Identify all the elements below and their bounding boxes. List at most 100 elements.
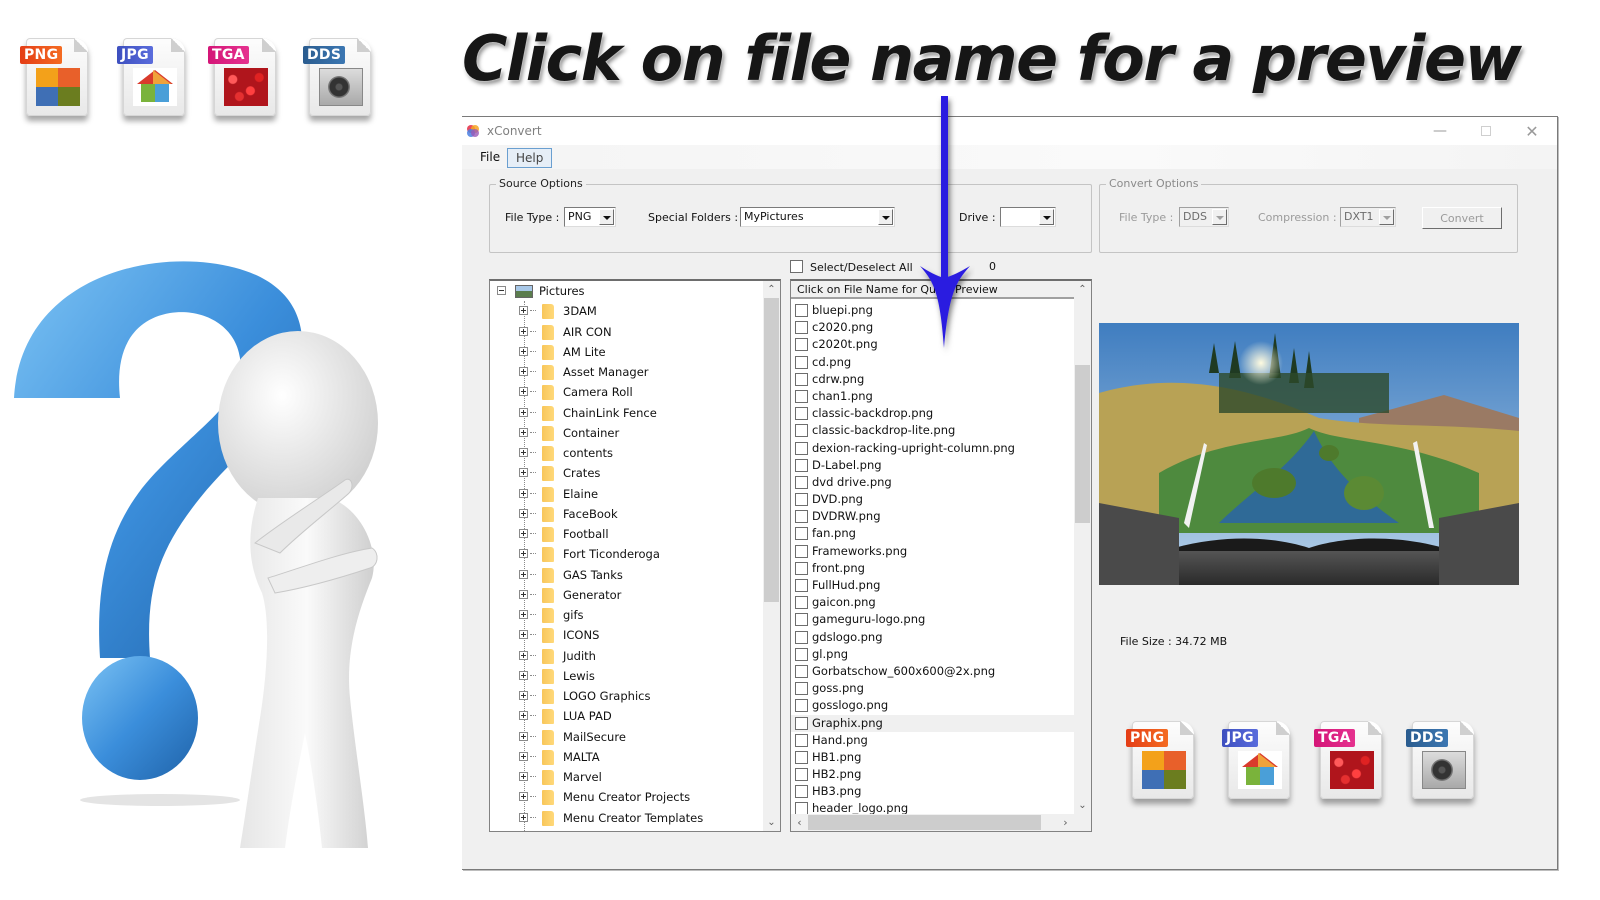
tree-folder-item[interactable]: Lewis — [490, 666, 762, 686]
tree-folder-item[interactable]: GAS Tanks — [490, 565, 762, 585]
tree-folder-item[interactable]: contents — [490, 443, 762, 463]
file-checkbox[interactable] — [795, 733, 808, 747]
file-checkbox[interactable] — [795, 527, 808, 541]
file-name-link[interactable]: gameguru-logo.png — [812, 612, 925, 626]
file-list-horizontal-scrollbar[interactable]: ‹ › — [791, 814, 1074, 831]
expand-icon[interactable] — [519, 427, 528, 437]
scroll-down-icon[interactable]: ⌄ — [1074, 797, 1091, 814]
file-name-link[interactable]: HB2.png — [812, 767, 861, 781]
file-list-item[interactable]: gosslogo.png — [791, 697, 1074, 714]
file-list-item[interactable]: DVD.png — [791, 491, 1074, 508]
convert-file-type-select[interactable]: DDS — [1179, 207, 1229, 227]
tree-folder-item[interactable]: Football — [490, 524, 762, 544]
file-checkbox[interactable] — [795, 561, 808, 575]
file-checkbox[interactable] — [795, 441, 808, 455]
file-name-link[interactable]: front.png — [812, 561, 865, 575]
menu-file[interactable]: File — [472, 148, 508, 168]
file-checkbox[interactable] — [795, 321, 808, 335]
file-list[interactable]: Click on File Name for Quick Preview blu… — [790, 279, 1092, 832]
chevron-down-icon[interactable] — [1039, 209, 1054, 225]
file-name-link[interactable]: gosslogo.png — [812, 698, 888, 712]
source-file-type-select[interactable]: PNG — [564, 207, 616, 227]
file-name-link[interactable]: HB1.png — [812, 750, 861, 764]
tree-folder-item[interactable]: Menu Creator Templates — [490, 808, 762, 828]
file-name-link[interactable]: dvd drive.png — [812, 475, 892, 489]
file-checkbox[interactable] — [795, 458, 808, 472]
scroll-up-icon[interactable]: ⌃ — [763, 281, 780, 298]
expand-icon[interactable] — [519, 691, 528, 700]
tree-folder-item[interactable]: MailSecure — [490, 727, 762, 747]
file-checkbox[interactable] — [795, 372, 808, 386]
file-name-link[interactable]: chan1.png — [812, 389, 873, 403]
chevron-down-icon[interactable] — [878, 209, 893, 225]
file-name-link[interactable]: dexion-racking-upright-column.png — [812, 441, 1015, 455]
select-all-checkbox[interactable] — [790, 260, 803, 273]
file-checkbox[interactable] — [795, 664, 808, 678]
file-checkbox[interactable] — [795, 424, 808, 438]
file-name-link[interactable]: Frameworks.png — [812, 544, 907, 558]
tree-root-pictures[interactable]: Pictures — [490, 281, 762, 301]
file-list-item[interactable]: Frameworks.png — [791, 543, 1074, 560]
file-checkbox[interactable] — [795, 355, 808, 369]
file-name-link[interactable]: fan.png — [812, 526, 856, 540]
file-list-item[interactable]: cdrw.png — [791, 371, 1074, 388]
file-list-item[interactable]: FullHud.png — [791, 577, 1074, 594]
file-checkbox[interactable] — [795, 304, 808, 317]
file-list-item[interactable]: Hand.png — [791, 732, 1074, 749]
special-folders-select[interactable]: MyPictures — [740, 207, 895, 227]
tree-folder-item[interactable]: 3DAM — [490, 301, 762, 321]
file-list-item[interactable]: bluepi.png — [791, 302, 1074, 319]
folder-tree[interactable]: Pictures 3DAM AIR CON AM Lite Asset Manager… — [489, 279, 781, 832]
file-checkbox[interactable] — [795, 768, 808, 782]
file-list-item[interactable]: HB2.png — [791, 766, 1074, 783]
file-checkbox[interactable] — [795, 475, 808, 489]
expand-icon[interactable] — [519, 488, 528, 498]
file-list-item[interactable]: HB3.png — [791, 783, 1074, 800]
tree-folder-item[interactable]: gifs — [490, 605, 762, 625]
expand-icon[interactable] — [519, 731, 528, 741]
expand-icon[interactable] — [519, 529, 528, 538]
file-checkbox[interactable] — [795, 647, 808, 661]
file-list-item[interactable]: gaicon.png — [791, 594, 1074, 611]
file-name-link[interactable]: DVDRW.png — [812, 509, 881, 523]
file-checkbox[interactable] — [795, 389, 808, 403]
compression-select[interactable]: DXT1 — [1340, 207, 1396, 227]
file-list-item[interactable]: classic-backdrop-lite.png — [791, 422, 1074, 439]
expand-icon[interactable] — [519, 468, 528, 478]
file-list-item[interactable]: cd.png — [791, 354, 1074, 371]
tree-folder-item[interactable]: Camera Roll — [490, 382, 762, 402]
scroll-down-icon[interactable]: ⌄ — [763, 814, 780, 831]
file-checkbox[interactable] — [795, 699, 808, 713]
expand-icon[interactable] — [519, 306, 528, 316]
file-name-link[interactable]: Hand.png — [812, 733, 868, 747]
file-checkbox[interactable] — [795, 510, 808, 524]
expand-icon[interactable] — [519, 569, 528, 579]
file-checkbox[interactable] — [795, 579, 808, 592]
file-list-hscroll-thumb[interactable] — [808, 815, 1041, 830]
file-name-link[interactable]: gaicon.png — [812, 595, 876, 609]
expand-icon[interactable] — [519, 549, 528, 559]
chevron-down-icon[interactable] — [1212, 209, 1227, 225]
expand-icon[interactable] — [519, 670, 528, 680]
tree-folder-item[interactable]: FaceBook — [490, 504, 762, 524]
file-name-link[interactable]: HB3.png — [812, 784, 861, 798]
select-all-label[interactable]: Select/Deselect All — [810, 261, 913, 274]
expand-icon[interactable] — [519, 367, 528, 376]
expand-icon[interactable] — [519, 772, 528, 781]
expand-icon[interactable] — [519, 589, 528, 599]
expand-icon[interactable] — [519, 346, 528, 356]
file-checkbox[interactable] — [795, 682, 808, 696]
file-list-vertical-scrollbar[interactable]: ⌃ ⌄ — [1074, 281, 1091, 831]
file-name-link[interactable]: Gorbatschow_600x600@2x.png — [812, 664, 995, 678]
maximize-button[interactable] — [1463, 119, 1509, 143]
expand-icon[interactable] — [519, 326, 528, 336]
tree-folder-item[interactable]: ChainLink Fence — [490, 403, 762, 423]
file-name-link[interactable]: D-Label.png — [812, 458, 882, 472]
expand-icon[interactable] — [519, 711, 528, 721]
file-list-item[interactable]: fan.png — [791, 525, 1074, 542]
tree-folder-item[interactable]: Judith — [490, 646, 762, 666]
scroll-up-icon[interactable]: ⌃ — [1074, 281, 1091, 298]
file-list-item[interactable]: front.png — [791, 560, 1074, 577]
tree-scroll-thumb[interactable] — [764, 298, 779, 602]
file-list-item[interactable]: goss.png — [791, 680, 1074, 697]
